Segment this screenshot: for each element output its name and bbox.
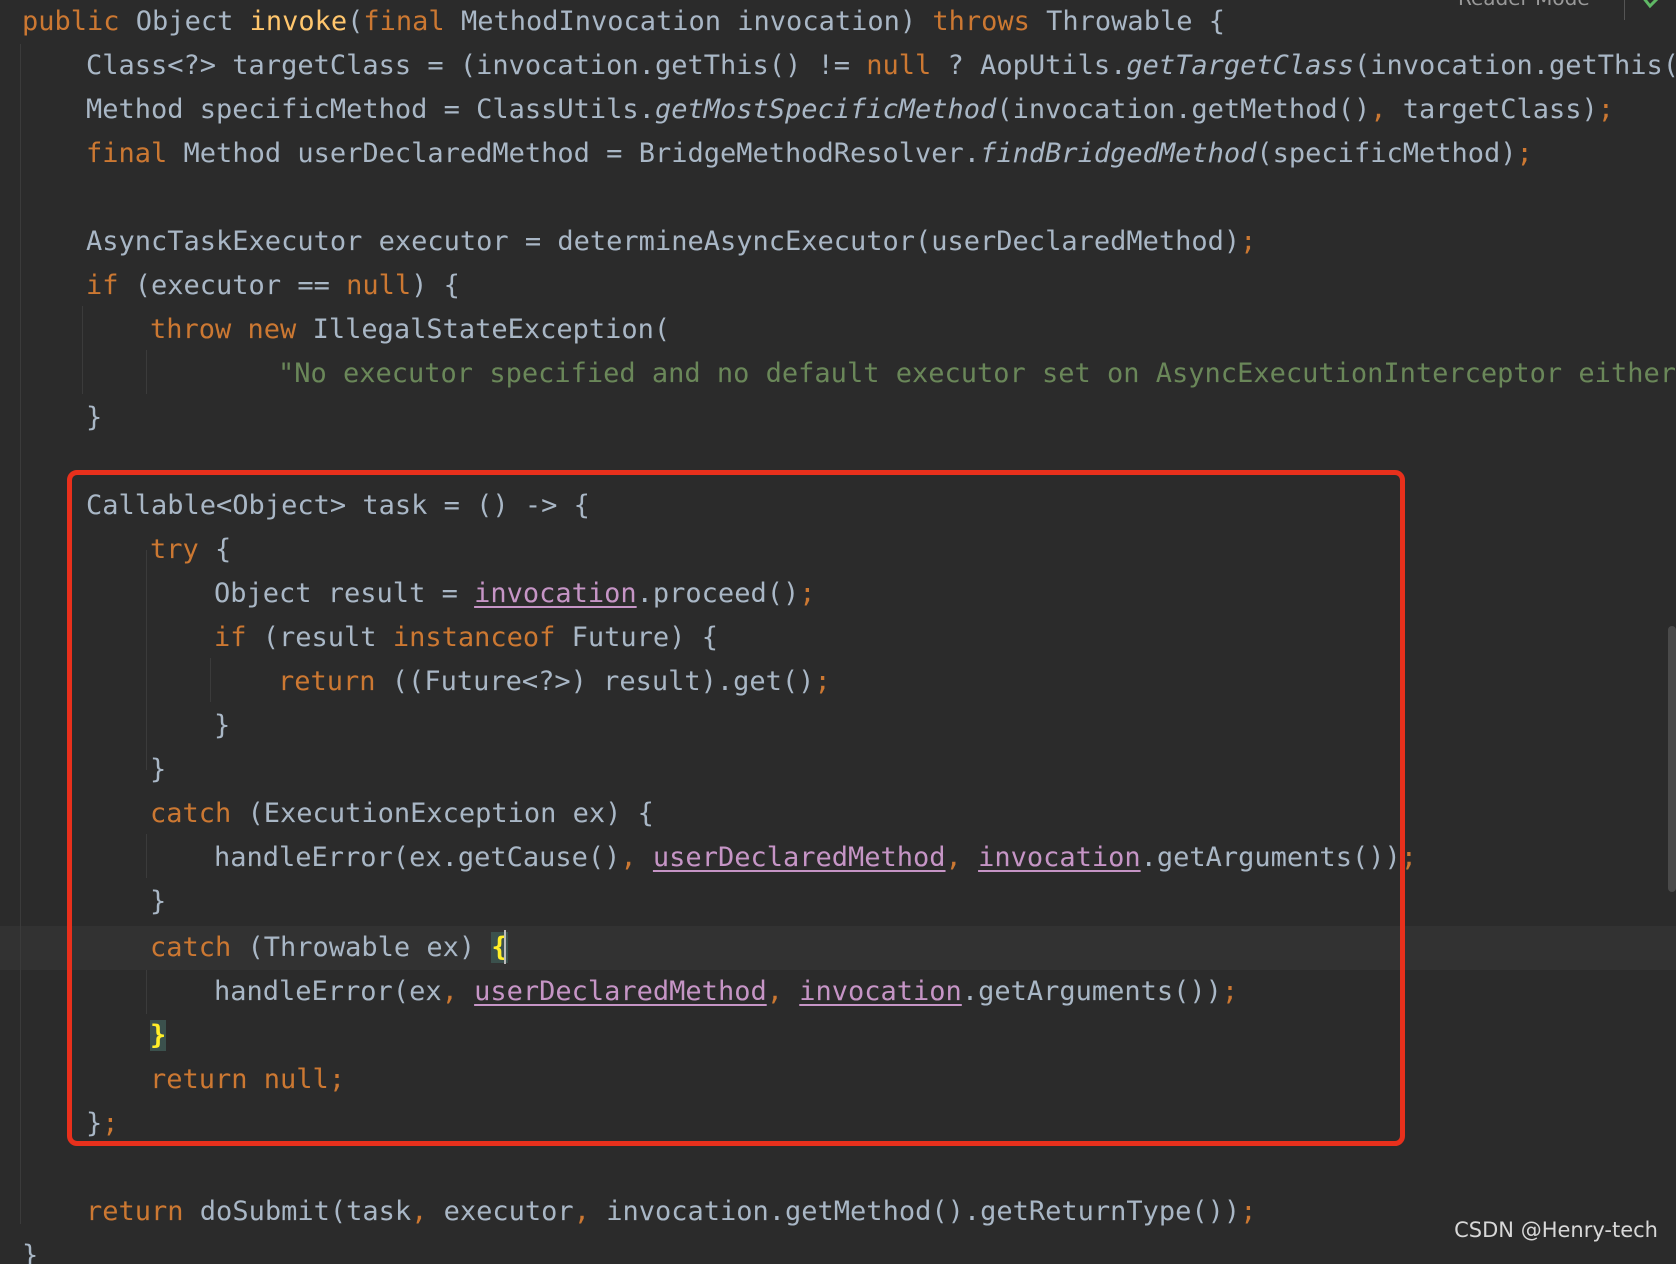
code-token: targetClass) <box>1386 94 1598 125</box>
code-token: , <box>1370 94 1387 125</box>
code-token: "No executor specified and no default ex… <box>278 358 1676 389</box>
code-line[interactable]: return doSubmit(task, executor, invocati… <box>86 1190 1256 1234</box>
code-token: invoke <box>249 6 348 37</box>
code-token: Class<?> targetClass = (invocation.getTh… <box>86 50 867 81</box>
code-token: public <box>22 6 136 37</box>
code-line[interactable]: final Method userDeclaredMethod = Bridge… <box>86 132 1533 176</box>
code-token: (invocation.getThis() <box>1353 50 1676 81</box>
code-token: MethodInvocation invocation) <box>460 6 933 37</box>
code-line[interactable]: throw new IllegalStateException( <box>150 308 670 352</box>
code-token: return <box>86 1196 184 1227</box>
code-line[interactable]: public Object invoke(final MethodInvocat… <box>22 0 1225 44</box>
code-token: Method userDeclaredMethod = BridgeMethod… <box>183 138 981 169</box>
code-line[interactable]: } <box>22 1234 38 1264</box>
code-token: getTargetClass <box>1126 50 1354 81</box>
code-line[interactable]: AsyncTaskExecutor executor = determineAs… <box>86 220 1256 264</box>
code-token: Object <box>135 6 250 37</box>
code-token: ; <box>1240 1196 1257 1227</box>
code-token: (specificMethod) <box>1256 138 1517 169</box>
code-token: ? AopUtils. <box>931 50 1127 81</box>
code-token: ( <box>347 6 364 37</box>
code-token: } <box>22 1240 39 1264</box>
code-token: AsyncTaskExecutor executor = determineAs… <box>86 226 1241 257</box>
annotation-highlight-box <box>67 470 1405 1146</box>
check-icon[interactable] <box>1640 0 1664 10</box>
code-line[interactable]: } <box>86 396 102 440</box>
code-line[interactable]: "No executor specified and no default ex… <box>278 352 1676 396</box>
code-token: } <box>86 402 103 433</box>
code-token: final <box>86 138 184 169</box>
code-token: doSubmit(task <box>183 1196 412 1227</box>
code-token: , <box>573 1196 590 1227</box>
code-token: null <box>346 270 412 301</box>
code-token: Method specificMethod = ClassUtils. <box>86 94 655 125</box>
watermark: CSDN @Henry-tech <box>1454 1218 1658 1242</box>
toolbar-divider <box>1624 0 1625 20</box>
code-token: Throwable { <box>1046 6 1225 37</box>
code-token: throw new <box>150 314 313 345</box>
code-token: ; <box>1597 94 1615 125</box>
code-token: IllegalStateException( <box>312 314 671 345</box>
code-token: ; <box>1516 138 1533 169</box>
code-token: findBridgedMethod <box>980 138 1257 169</box>
code-editor[interactable]: public Object invoke(final MethodInvocat… <box>0 0 1676 1264</box>
code-line[interactable]: Class<?> targetClass = (invocation.getTh… <box>86 44 1676 88</box>
vertical-scrollbar[interactable] <box>1668 626 1676 892</box>
code-token: getMostSpecificMethod <box>654 94 997 125</box>
code-line[interactable]: if (executor == null) { <box>86 264 460 308</box>
code-token: if <box>86 270 119 301</box>
code-token: (invocation.getMethod() <box>996 94 1371 125</box>
code-token: invocation.getMethod().getReturnType()) <box>589 1196 1241 1227</box>
code-token: (executor == <box>118 270 347 301</box>
code-token: ; <box>1240 226 1257 257</box>
code-token: throws <box>932 6 1047 37</box>
code-token: , <box>411 1196 428 1227</box>
code-token: final <box>363 6 461 37</box>
code-token: null <box>866 50 932 81</box>
code-token: executor <box>427 1196 574 1227</box>
reader-mode-toggle[interactable]: Reader Mode <box>1458 0 1590 10</box>
code-token: ) { <box>411 270 460 301</box>
indent-guide <box>20 44 21 1224</box>
code-line[interactable]: Method specificMethod = ClassUtils.getMo… <box>86 88 1614 132</box>
